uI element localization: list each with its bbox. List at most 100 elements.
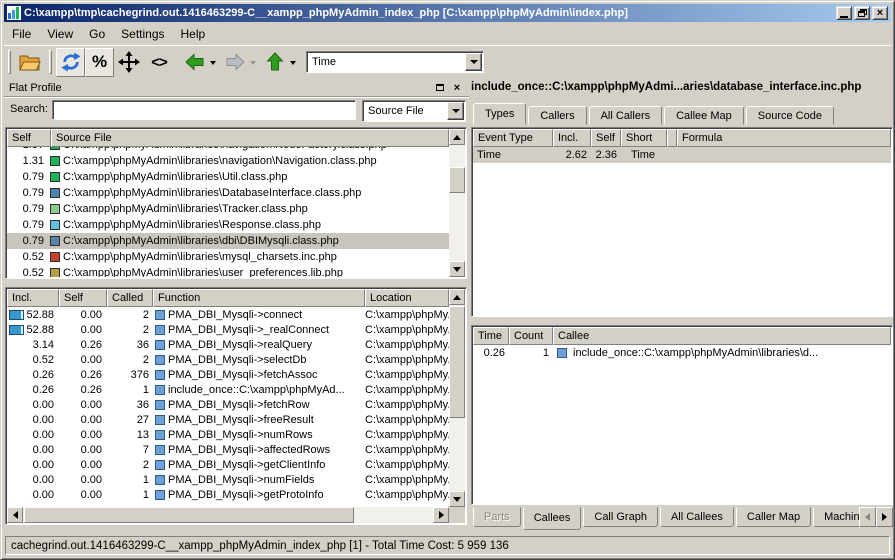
relative-cost-button[interactable]: %: [85, 48, 114, 77]
source-file-row[interactable]: 0.52C:\xampp\phpMyAdmin\libraries\user_p…: [7, 265, 449, 277]
restore-button[interactable]: [854, 6, 870, 20]
tab-all-callees[interactable]: All Callees: [660, 507, 734, 527]
close-button[interactable]: ×: [872, 6, 888, 20]
scroll-down-button[interactable]: [449, 491, 465, 507]
function-row[interactable]: 0.260.261include_once::C:\xampp\phpMyAd.…: [7, 382, 449, 397]
event-type-dropdown-button[interactable]: [465, 53, 482, 71]
horizontal-splitter[interactable]: [4, 279, 469, 287]
scrollbar-thumb[interactable]: [449, 306, 465, 418]
menu-settings[interactable]: Settings: [113, 25, 172, 43]
source-file-row[interactable]: 0.79C:\xampp\phpMyAdmin\libraries\dbi\DB…: [7, 233, 449, 249]
source-file-row[interactable]: 0.79C:\xampp\phpMyAdmin\libraries\Tracke…: [7, 201, 449, 217]
tab-scroll-left-button[interactable]: [859, 507, 876, 527]
function-name: PMA_DBI_Mysqli->freeResult: [168, 414, 314, 426]
scrollbar-thumb[interactable]: [449, 167, 465, 193]
up-button[interactable]: [260, 47, 290, 77]
column-header-function[interactable]: Function: [153, 289, 365, 307]
tab-callees[interactable]: Callees: [523, 507, 582, 530]
function-row[interactable]: 52.880.002PMA_DBI_Mysqli->_realConnectC:…: [7, 322, 449, 337]
tab-all-callers[interactable]: All Callers: [589, 106, 663, 125]
tab-call-graph[interactable]: Call Graph: [583, 507, 658, 527]
source-file-row[interactable]: 0.79C:\xampp\phpMyAdmin\libraries\Respon…: [7, 217, 449, 233]
source-file-row[interactable]: 0.52C:\xampp\phpMyAdmin\libraries\mysql_…: [7, 249, 449, 265]
column-header-self[interactable]: Self: [591, 129, 621, 147]
forward-button[interactable]: [220, 47, 250, 77]
grouping-dropdown-button[interactable]: [447, 102, 464, 120]
column-header-incl[interactable]: Incl.: [7, 289, 59, 307]
column-header-location[interactable]: Location: [365, 289, 449, 307]
called-count-value: 2: [107, 309, 153, 321]
function-row[interactable]: 0.000.0027PMA_DBI_Mysqli->freeResultC:\x…: [7, 412, 449, 427]
menu-help[interactable]: Help: [173, 25, 214, 43]
source-file-row[interactable]: 1.31C:\xampp\phpMyAdmin\libraries\naviga…: [7, 153, 449, 169]
vertical-scrollbar[interactable]: [449, 129, 465, 277]
scroll-up-button[interactable]: [449, 129, 465, 145]
cycle-detection-button[interactable]: [56, 48, 85, 77]
grouping-selector[interactable]: Source File: [362, 100, 466, 122]
minimize-button[interactable]: [836, 6, 852, 20]
scroll-right-button[interactable]: [433, 507, 449, 523]
function-row[interactable]: 0.000.007PMA_DBI_Mysqli->affectedRowsC:\…: [7, 442, 449, 457]
function-row[interactable]: 0.000.0013PMA_DBI_Mysqli->numRowsC:\xamp…: [7, 427, 449, 442]
callee-row[interactable]: 0.26 1 include_once::C:\xampp\phpMyAdmin…: [473, 345, 891, 361]
column-header-source-file[interactable]: Source File: [51, 129, 449, 147]
column-header-callee[interactable]: Callee: [553, 327, 891, 345]
function-row[interactable]: 0.520.002PMA_DBI_Mysqli->selectDbC:\xamp…: [7, 352, 449, 367]
up-dropdown-caret[interactable]: [290, 61, 296, 68]
tab-callers[interactable]: Callers: [528, 106, 586, 125]
dock-close-button[interactable]: ×: [450, 81, 464, 94]
column-header-self[interactable]: Self: [59, 289, 107, 307]
horizontal-splitter[interactable]: [471, 317, 893, 325]
function-row[interactable]: 0.000.001PMA_DBI_Mysqli->numFieldsC:\xam…: [7, 472, 449, 487]
title-bar[interactable]: C:\xampp\tmp\cachegrind.out.1416463299-C…: [4, 4, 891, 22]
column-header-blank[interactable]: [667, 129, 677, 147]
function-row[interactable]: 0.000.0036PMA_DBI_Mysqli->fetchRowC:\xam…: [7, 397, 449, 412]
scrollbar-thumb[interactable]: [24, 507, 354, 523]
forward-dropdown-caret[interactable]: [250, 61, 256, 68]
scroll-up-button[interactable]: [449, 289, 465, 305]
tab-caller-map[interactable]: Caller Map: [736, 507, 811, 527]
horizontal-scrollbar[interactable]: [7, 507, 449, 523]
search-input[interactable]: [52, 100, 356, 120]
tab-callee-map[interactable]: Callee Map: [664, 106, 744, 125]
column-header-formula[interactable]: Formula: [677, 129, 891, 147]
column-header-self[interactable]: Self: [7, 129, 51, 147]
scroll-left-button[interactable]: [7, 507, 23, 523]
vertical-scrollbar[interactable]: [449, 289, 465, 507]
column-header-event-type[interactable]: Event Type: [473, 129, 553, 147]
back-button[interactable]: [180, 47, 210, 77]
toolbar-handle[interactable]: [8, 50, 11, 74]
incl-cost-cell: 0.00: [7, 429, 59, 441]
function-row[interactable]: 0.000.002PMA_DBI_Mysqli->getClientInfoC:…: [7, 457, 449, 472]
tab-scroll-right-button[interactable]: [876, 507, 893, 527]
event-type-row[interactable]: Time 2.62 2.36 Time: [473, 147, 891, 163]
chevron-down-icon: [452, 109, 460, 117]
event-type-selector[interactable]: Time: [306, 51, 484, 73]
relative-to-parent-button[interactable]: [114, 47, 144, 77]
tab-types[interactable]: Types: [473, 103, 526, 125]
called-count-value: 1: [107, 384, 153, 396]
column-header-called[interactable]: Called: [107, 289, 153, 307]
column-header-time[interactable]: Time: [473, 327, 509, 345]
open-file-button[interactable]: [15, 47, 45, 77]
toolbar-handle[interactable]: [49, 50, 52, 74]
function-row[interactable]: 0.000.001PMA_DBI_Mysqli->getProtoInfoC:\…: [7, 487, 449, 502]
column-header-short[interactable]: Short: [621, 129, 667, 147]
scroll-down-button[interactable]: [449, 261, 465, 277]
menu-file[interactable]: File: [4, 25, 39, 43]
source-file-row[interactable]: 0.79C:\xampp\phpMyAdmin\libraries\Databa…: [7, 185, 449, 201]
dock-float-button[interactable]: [433, 81, 447, 94]
column-header-count[interactable]: Count: [509, 327, 553, 345]
tab-source-code[interactable]: Source Code: [746, 106, 834, 125]
tab-parts[interactable]: Parts: [473, 507, 521, 527]
function-row[interactable]: 3.140.2636PMA_DBI_Mysqli->realQueryC:\xa…: [7, 337, 449, 352]
function-row[interactable]: 0.260.26376PMA_DBI_Mysqli->fetchAssocC:\…: [7, 367, 449, 382]
menu-view[interactable]: View: [39, 25, 81, 43]
shorten-templates-button[interactable]: <>: [144, 47, 174, 77]
source-file-row[interactable]: 0.79C:\xampp\phpMyAdmin\libraries\Util.c…: [7, 169, 449, 185]
dock-title-bar[interactable]: Flat Profile ×: [4, 79, 469, 96]
back-dropdown-caret[interactable]: [210, 61, 216, 68]
function-row[interactable]: 52.880.002PMA_DBI_Mysqli->connectC:\xamp…: [7, 307, 449, 322]
menu-go[interactable]: Go: [81, 25, 113, 43]
column-header-incl[interactable]: Incl.: [553, 129, 591, 147]
